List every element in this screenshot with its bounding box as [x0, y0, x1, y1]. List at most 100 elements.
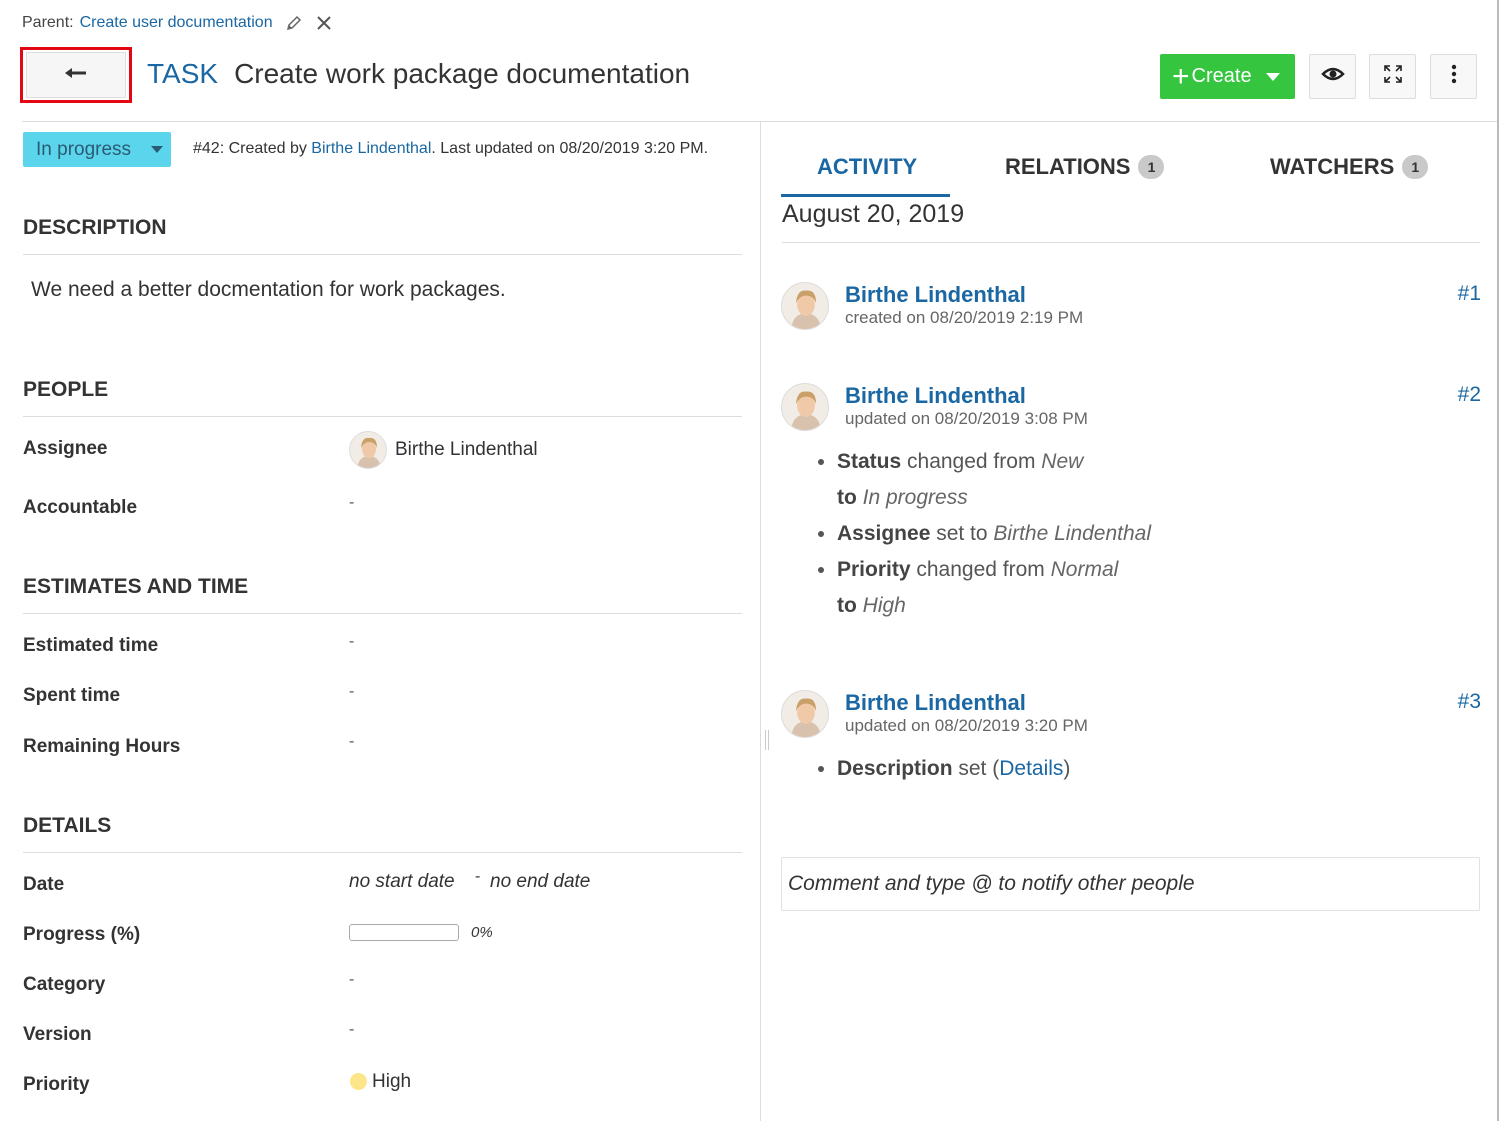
change-field: Description	[837, 757, 953, 780]
create-button-label: Create	[1191, 65, 1252, 87]
activity-author-link[interactable]: Birthe Lindenthal	[845, 282, 1026, 308]
assignee-label: Assignee	[23, 438, 108, 459]
estimated-time-value[interactable]: -	[349, 633, 354, 651]
activity-entry: Birthe Lindenthal updated on 08/20/2019 …	[781, 690, 1481, 800]
section-divider	[23, 852, 742, 853]
spent-time-label: Spent time	[23, 685, 121, 706]
section-description-heading: DESCRIPTION	[23, 216, 167, 239]
change-verb: changed from	[901, 450, 1042, 473]
section-divider	[23, 613, 742, 614]
activity-date-heading: August 20, 2019	[782, 200, 965, 228]
tab-relations-label: RELATIONS	[1005, 154, 1131, 179]
date-separator: -	[475, 868, 481, 885]
status-label: In progress	[36, 138, 132, 160]
change-to-word: to	[837, 594, 863, 617]
category-label: Category	[23, 974, 106, 995]
fullscreen-icon	[1382, 63, 1404, 90]
tab-watchers-label: WATCHERS	[1270, 154, 1395, 179]
date-label: Date	[23, 874, 65, 895]
activity-timestamp: updated on 08/20/2019 3:20 PM	[845, 716, 1088, 735]
work-package-subject[interactable]: Create work package documentation	[234, 58, 690, 90]
more-vertical-icon	[1451, 64, 1457, 89]
change-from: Normal	[1050, 558, 1119, 581]
assignee-field[interactable]: Birthe Lindenthal	[349, 431, 538, 469]
priority-label: Priority	[23, 1074, 90, 1095]
progress-label: Progress (%)	[23, 924, 141, 945]
avatar	[349, 431, 387, 469]
section-divider	[23, 416, 742, 417]
remaining-hours-label: Remaining Hours	[23, 736, 181, 757]
priority-value[interactable]: High	[372, 1071, 411, 1093]
split-divider	[760, 121, 761, 1121]
watchers-count-badge: 1	[1402, 155, 1429, 179]
scrollbar-edge	[1497, 0, 1499, 1121]
tab-watchers[interactable]: WATCHERS 1	[1270, 154, 1429, 180]
activity-number-link[interactable]: #1	[1458, 282, 1481, 306]
section-details-heading: DETAILS	[23, 814, 112, 837]
change-to: In progress	[862, 486, 968, 509]
activity-author-link[interactable]: Birthe Lindenthal	[845, 383, 1026, 409]
work-package-meta: #42: Created by Birthe Lindenthal. Last …	[193, 140, 708, 158]
spent-time-value[interactable]: -	[349, 683, 354, 701]
tab-relations[interactable]: RELATIONS 1	[1005, 154, 1165, 180]
meta-author-link[interactable]: Birthe Lindenthal	[311, 140, 431, 157]
activity-timestamp: created on 08/20/2019 2:19 PM	[845, 308, 1084, 327]
watch-button[interactable]	[1309, 54, 1356, 99]
accountable-label: Accountable	[23, 497, 138, 518]
meta-prefix: #42: Created by	[193, 140, 312, 157]
pencil-icon[interactable]	[285, 14, 303, 32]
close-icon[interactable]	[315, 14, 333, 32]
meta-suffix: . Last updated on 08/20/2019 3:20 PM.	[431, 140, 709, 157]
change-to-word: to	[837, 486, 863, 509]
section-divider	[23, 254, 742, 255]
category-value[interactable]: -	[349, 971, 354, 989]
accountable-value[interactable]: -	[349, 494, 354, 512]
fullscreen-button[interactable]	[1369, 54, 1416, 99]
change-field: Priority	[837, 558, 911, 581]
back-arrow-icon	[64, 66, 88, 85]
change-field: Status	[837, 450, 902, 473]
more-button[interactable]	[1430, 54, 1477, 99]
activity-number-link[interactable]: #3	[1458, 690, 1481, 714]
status-dropdown[interactable]: In progress	[23, 132, 171, 167]
parent-link[interactable]: Create user documentation	[80, 14, 273, 32]
tab-activity[interactable]: ACTIVITY	[817, 154, 917, 180]
activity-author-link[interactable]: Birthe Lindenthal	[845, 690, 1026, 716]
remaining-hours-value[interactable]: -	[349, 733, 354, 751]
change-verb: set to	[930, 522, 994, 545]
section-estimates-heading: ESTIMATES AND TIME	[23, 575, 249, 598]
avatar[interactable]	[781, 383, 829, 431]
end-date-value[interactable]: no end date	[490, 871, 590, 893]
change-to: High	[862, 594, 906, 617]
page-title: TASK Create work package documentation	[147, 58, 690, 90]
tab-activity-label: ACTIVITY	[817, 154, 918, 179]
description-text[interactable]: We need a better docmentation for work p…	[31, 278, 506, 302]
change-item: Status changed from New to In progress	[837, 444, 1151, 516]
progress-value: 0%	[471, 924, 493, 941]
back-button-inner[interactable]	[26, 52, 126, 98]
activity-number-link[interactable]: #2	[1458, 383, 1481, 407]
progress-bar[interactable]	[349, 924, 459, 941]
version-value[interactable]: -	[349, 1021, 354, 1039]
change-item: Priority changed from Normal to High	[837, 552, 1151, 624]
plus-icon: +	[1172, 59, 1190, 93]
comment-input[interactable]: Comment and type @ to notify other peopl…	[781, 857, 1480, 911]
parent-label: Parent:	[22, 14, 74, 31]
avatar[interactable]	[781, 690, 829, 738]
avatar[interactable]	[781, 282, 829, 330]
work-package-type: TASK	[147, 58, 219, 89]
change-close: )	[1063, 757, 1071, 780]
details-link[interactable]: Details	[999, 757, 1063, 780]
priority-color-dot	[350, 1073, 367, 1090]
section-people-heading: PEOPLE	[23, 378, 109, 401]
parent-line: Parent: Create user documentation	[22, 14, 333, 32]
caret-down-icon	[151, 146, 163, 153]
change-list: Description set (Details)	[817, 751, 1070, 787]
activity-date-divider	[782, 242, 1480, 243]
change-verb: changed from	[910, 558, 1051, 581]
start-date-value[interactable]: no start date	[349, 871, 455, 893]
split-resize-handle[interactable]	[765, 730, 769, 750]
back-button[interactable]	[20, 47, 132, 103]
create-button[interactable]: + Create	[1160, 54, 1295, 99]
active-tab-indicator	[781, 194, 950, 197]
